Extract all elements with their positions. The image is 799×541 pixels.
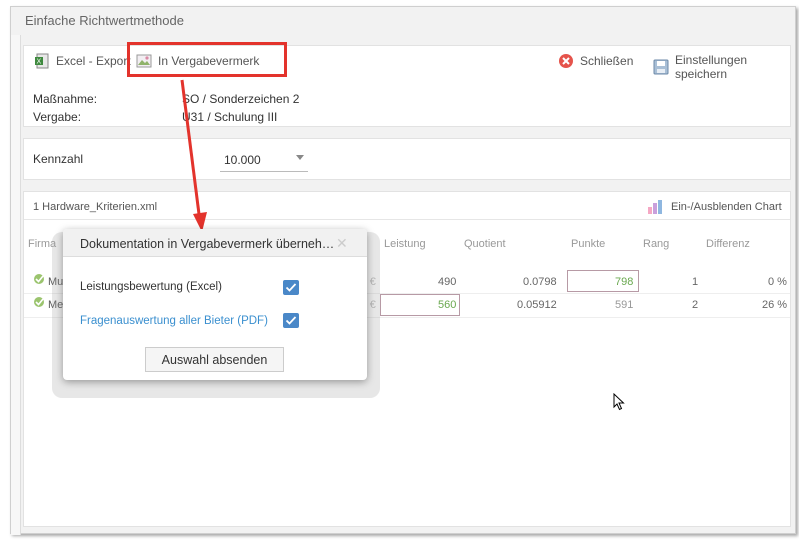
- checkmark-icon: [285, 316, 297, 325]
- option-fragenauswertung-label[interactable]: Fragenauswertung aller Bieter (PDF): [80, 315, 268, 327]
- checkmark-icon: [285, 283, 297, 292]
- option-leistungsbewertung-label: Leistungsbewertung (Excel): [80, 281, 222, 293]
- option-fragenauswertung-checkbox[interactable]: [283, 313, 299, 328]
- dialog-header: Dokumentation in Vergabevermerk überneh……: [63, 229, 367, 257]
- documentation-dialog: Dokumentation in Vergabevermerk überneh……: [63, 229, 367, 380]
- submit-selection-button[interactable]: Auswahl absenden: [145, 347, 284, 372]
- option-leistungsbewertung-checkbox[interactable]: [283, 280, 299, 295]
- dialog-title: Dokumentation in Vergabevermerk überneh…: [80, 237, 335, 251]
- mouse-cursor-icon: [613, 393, 625, 411]
- dialog-close-icon[interactable]: ✕: [336, 235, 348, 252]
